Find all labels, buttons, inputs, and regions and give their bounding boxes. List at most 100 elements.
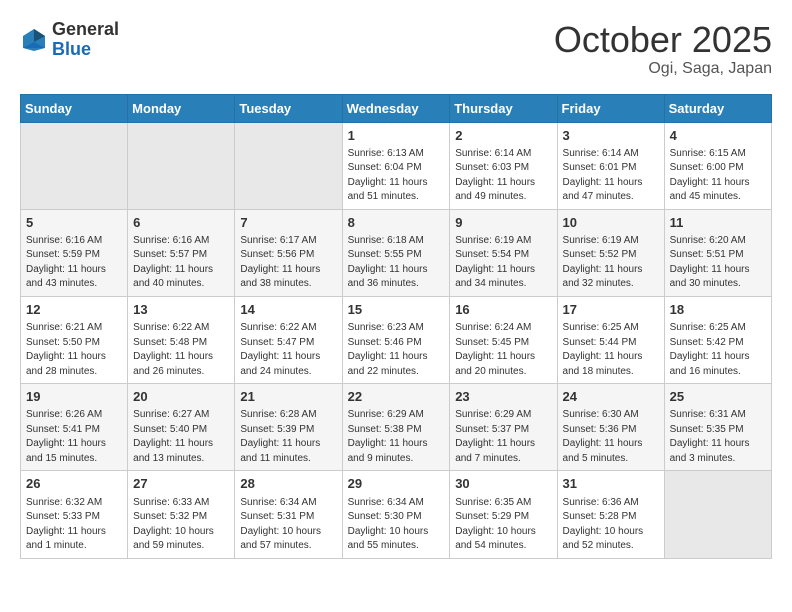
- location: Ogi, Saga, Japan: [554, 60, 772, 78]
- weekday-header-wednesday: Wednesday: [342, 94, 450, 122]
- day-number: 8: [348, 214, 445, 232]
- calendar-cell: 13Sunrise: 6:22 AM Sunset: 5:48 PM Dayli…: [128, 296, 235, 383]
- day-info: Sunrise: 6:31 AM Sunset: 5:35 PM Dayligh…: [670, 408, 766, 466]
- day-info: Sunrise: 6:25 AM Sunset: 5:44 PM Dayligh…: [563, 321, 659, 379]
- calendar-cell: 1 Sunrise: 6:13 AM Sunset: 6:04 PM Daylig…: [342, 122, 450, 209]
- calendar-cell: 26Sunrise: 6:32 AM Sunset: 5:33 PM Dayli…: [21, 471, 128, 558]
- calendar-cell: 29Sunrise: 6:34 AM Sunset: 5:30 PM Dayli…: [342, 471, 450, 558]
- day-info: Sunrise: 6:25 AM Sunset: 5:42 PM Dayligh…: [670, 321, 766, 379]
- day-number: 7: [240, 214, 336, 232]
- day-number: 6: [133, 214, 229, 232]
- calendar-cell: [128, 122, 235, 209]
- day-info: Sunrise: 6:24 AM Sunset: 5:45 PM Dayligh…: [455, 321, 551, 379]
- day-number: 2: [455, 127, 551, 145]
- page-header: General Blue October 2025 Ogi, Saga, Jap…: [20, 20, 772, 78]
- day-info: Sunrise: 6:13 AM Sunset: 6:04 PM Dayligh…: [348, 147, 445, 205]
- title-block: October 2025 Ogi, Saga, Japan: [554, 20, 772, 78]
- calendar-cell: [235, 122, 342, 209]
- calendar-cell: 3 Sunrise: 6:14 AM Sunset: 6:01 PM Daylig…: [557, 122, 664, 209]
- calendar-cell: 5 Sunrise: 6:16 AM Sunset: 5:59 PM Daylig…: [21, 209, 128, 296]
- day-info: Sunrise: 6:15 AM Sunset: 6:00 PM Dayligh…: [670, 147, 766, 205]
- weekday-header-monday: Monday: [128, 94, 235, 122]
- logo-blue: Blue: [52, 39, 91, 59]
- day-number: 17: [563, 301, 659, 319]
- calendar-cell: 18 Sunrise: 6:25 AM Sunset: 5:42 PM Dayli…: [664, 296, 771, 383]
- day-number: 3: [563, 127, 659, 145]
- day-number: 22: [348, 388, 445, 406]
- day-info: Sunrise: 6:36 AM Sunset: 5:28 PM Dayligh…: [563, 496, 659, 554]
- day-number: 9: [455, 214, 551, 232]
- day-number: 28: [240, 475, 336, 493]
- calendar-cell: 22Sunrise: 6:29 AM Sunset: 5:38 PM Dayli…: [342, 384, 450, 471]
- day-info: Sunrise: 6:19 AM Sunset: 5:54 PM Dayligh…: [455, 234, 551, 292]
- calendar-cell: 19Sunrise: 6:26 AM Sunset: 5:41 PM Dayli…: [21, 384, 128, 471]
- calendar-cell: 21Sunrise: 6:28 AM Sunset: 5:39 PM Dayli…: [235, 384, 342, 471]
- day-number: 11: [670, 214, 766, 232]
- day-number: 5: [26, 214, 122, 232]
- day-number: 12: [26, 301, 122, 319]
- day-info: Sunrise: 6:14 AM Sunset: 6:01 PM Dayligh…: [563, 147, 659, 205]
- day-info: Sunrise: 6:27 AM Sunset: 5:40 PM Dayligh…: [133, 408, 229, 466]
- calendar-cell: 12 Sunrise: 6:21 AM Sunset: 5:50 PM Dayli…: [21, 296, 128, 383]
- day-info: Sunrise: 6:16 AM Sunset: 5:59 PM Dayligh…: [26, 234, 122, 292]
- weekday-header-row: SundayMondayTuesdayWednesdayThursdayFrid…: [21, 94, 772, 122]
- calendar-cell: 11 Sunrise: 6:20 AM Sunset: 5:51 PM Dayli…: [664, 209, 771, 296]
- day-info: Sunrise: 6:33 AM Sunset: 5:32 PM Dayligh…: [133, 496, 229, 554]
- weekday-header-saturday: Saturday: [664, 94, 771, 122]
- day-info: Sunrise: 6:19 AM Sunset: 5:52 PM Dayligh…: [563, 234, 659, 292]
- day-info: Sunrise: 6:34 AM Sunset: 5:31 PM Dayligh…: [240, 496, 336, 554]
- logo: General Blue: [20, 20, 119, 60]
- calendar-cell: 10 Sunrise: 6:19 AM Sunset: 5:52 PM Dayli…: [557, 209, 664, 296]
- logo-text: General Blue: [52, 20, 119, 60]
- day-info: Sunrise: 6:16 AM Sunset: 5:57 PM Dayligh…: [133, 234, 229, 292]
- weekday-header-tuesday: Tuesday: [235, 94, 342, 122]
- logo-icon: [20, 26, 48, 54]
- day-number: 19: [26, 388, 122, 406]
- day-number: 20: [133, 388, 229, 406]
- calendar-cell: 16 Sunrise: 6:24 AM Sunset: 5:45 PM Dayli…: [450, 296, 557, 383]
- day-info: Sunrise: 6:22 AM Sunset: 5:47 PM Dayligh…: [240, 321, 336, 379]
- day-info: Sunrise: 6:22 AM Sunset: 5:48 PM Dayligh…: [133, 321, 229, 379]
- day-number: 31: [563, 475, 659, 493]
- day-info: Sunrise: 6:17 AM Sunset: 5:56 PM Dayligh…: [240, 234, 336, 292]
- day-number: 18: [670, 301, 766, 319]
- day-number: 29: [348, 475, 445, 493]
- day-info: Sunrise: 6:30 AM Sunset: 5:36 PM Dayligh…: [563, 408, 659, 466]
- calendar-cell: 2Sunrise: 6:14 AM Sunset: 6:03 PM Daylig…: [450, 122, 557, 209]
- weekday-header-sunday: Sunday: [21, 94, 128, 122]
- day-info: Sunrise: 6:32 AM Sunset: 5:33 PM Dayligh…: [26, 496, 122, 554]
- day-info: Sunrise: 6:18 AM Sunset: 5:55 PM Dayligh…: [348, 234, 445, 292]
- day-number: 27: [133, 475, 229, 493]
- calendar-cell: 20 Sunrise: 6:27 AM Sunset: 5:40 PM Dayli…: [128, 384, 235, 471]
- calendar-cell: 25Sunrise: 6:31 AM Sunset: 5:35 PM Dayli…: [664, 384, 771, 471]
- day-number: 15: [348, 301, 445, 319]
- day-info: Sunrise: 6:21 AM Sunset: 5:50 PM Dayligh…: [26, 321, 122, 379]
- day-number: 23: [455, 388, 551, 406]
- week-row-3: 12 Sunrise: 6:21 AM Sunset: 5:50 PM Dayli…: [21, 296, 772, 383]
- week-row-4: 19Sunrise: 6:26 AM Sunset: 5:41 PM Dayli…: [21, 384, 772, 471]
- logo-general: General: [52, 19, 119, 39]
- calendar-cell: 7 Sunrise: 6:17 AM Sunset: 5:56 PM Daylig…: [235, 209, 342, 296]
- calendar-cell: 15 Sunrise: 6:23 AM Sunset: 5:46 PM Dayli…: [342, 296, 450, 383]
- day-number: 4: [670, 127, 766, 145]
- calendar-cell: 24Sunrise: 6:30 AM Sunset: 5:36 PM Dayli…: [557, 384, 664, 471]
- day-number: 1: [348, 127, 445, 145]
- calendar-cell: 28 Sunrise: 6:34 AM Sunset: 5:31 PM Dayli…: [235, 471, 342, 558]
- calendar-cell: 23Sunrise: 6:29 AM Sunset: 5:37 PM Dayli…: [450, 384, 557, 471]
- day-number: 14: [240, 301, 336, 319]
- calendar-cell: [664, 471, 771, 558]
- month-title: October 2025: [554, 20, 772, 60]
- calendar-cell: 27 Sunrise: 6:33 AM Sunset: 5:32 PM Dayli…: [128, 471, 235, 558]
- day-info: Sunrise: 6:28 AM Sunset: 5:39 PM Dayligh…: [240, 408, 336, 466]
- day-info: Sunrise: 6:35 AM Sunset: 5:29 PM Dayligh…: [455, 496, 551, 554]
- day-number: 30: [455, 475, 551, 493]
- day-info: Sunrise: 6:23 AM Sunset: 5:46 PM Dayligh…: [348, 321, 445, 379]
- day-number: 16: [455, 301, 551, 319]
- calendar-cell: 8 Sunrise: 6:18 AM Sunset: 5:55 PM Daylig…: [342, 209, 450, 296]
- weekday-header-thursday: Thursday: [450, 94, 557, 122]
- calendar-cell: 14 Sunrise: 6:22 AM Sunset: 5:47 PM Dayli…: [235, 296, 342, 383]
- calendar-cell: 31 Sunrise: 6:36 AM Sunset: 5:28 PM Dayli…: [557, 471, 664, 558]
- day-info: Sunrise: 6:20 AM Sunset: 5:51 PM Dayligh…: [670, 234, 766, 292]
- day-number: 10: [563, 214, 659, 232]
- calendar-cell: 17 Sunrise: 6:25 AM Sunset: 5:44 PM Dayli…: [557, 296, 664, 383]
